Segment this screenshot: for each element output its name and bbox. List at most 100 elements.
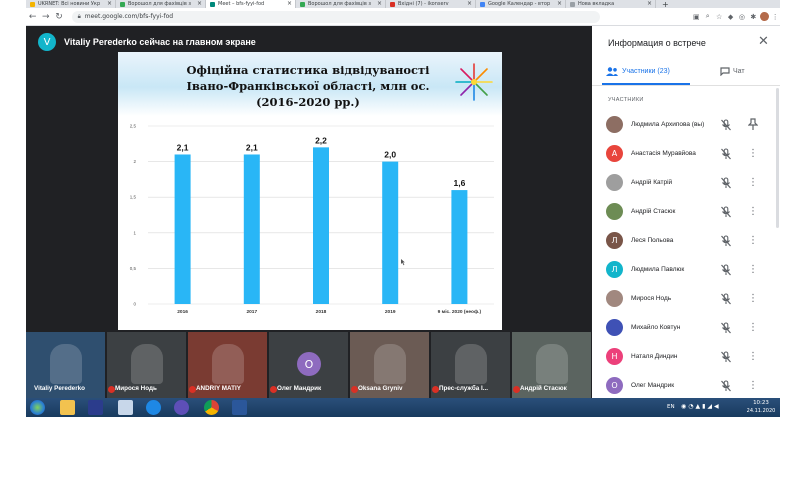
avatar: О: [297, 352, 321, 376]
url-field[interactable]: 🔒︎ meet.google.com/bfs-fyyi-fod: [71, 10, 600, 23]
browser-tab[interactable]: Ворошол для фахівців з ×: [296, 0, 386, 8]
star-icon[interactable]: ☆: [714, 13, 723, 21]
mic-off-icon: [270, 386, 277, 393]
tab-close-icon[interactable]: ×: [287, 0, 292, 8]
archive-icon[interactable]: [88, 400, 103, 415]
camera-icon[interactable]: ▣: [692, 13, 701, 21]
participant-row[interactable]: Л Леся Польова ⋮: [592, 227, 780, 256]
browser-tab[interactable]: Google Календар - втор ×: [476, 0, 566, 8]
tab-close-icon[interactable]: ×: [647, 0, 652, 8]
start-button-icon[interactable]: [30, 400, 45, 415]
participant-tiles: Vitaliy Perederko Мирося Нодь ANDRIY MATIY…: [26, 330, 592, 398]
avatar-initial: Л: [611, 236, 618, 245]
participant-row[interactable]: А Анастасія Муравйова ⋮: [592, 140, 780, 169]
word-icon[interactable]: [232, 400, 247, 415]
pin-icon[interactable]: [747, 118, 759, 132]
more-options-icon[interactable]: ⋮: [747, 205, 759, 219]
y-tick-label: 2,5: [130, 124, 137, 129]
participant-tile[interactable]: Oksana Gryniv: [350, 332, 429, 398]
data-label: 2,0: [384, 150, 396, 160]
mic-off-icon: [721, 264, 731, 276]
menu-icon[interactable]: ⋮: [771, 13, 780, 21]
app-icon[interactable]: [174, 400, 189, 415]
scrollbar[interactable]: [776, 88, 779, 228]
back-icon[interactable]: ←: [26, 12, 39, 22]
more-options-icon[interactable]: ⋮: [747, 379, 759, 393]
mic-off-icon: [432, 386, 439, 393]
reload-icon[interactable]: ↻: [52, 12, 65, 22]
tab-chat[interactable]: Чат: [720, 67, 745, 76]
browser-window: UKRNET: Всі новини Укр × Ворошол для фахів…: [26, 0, 780, 417]
profile-avatar-icon[interactable]: [760, 12, 769, 21]
avatar: [606, 319, 623, 336]
language-indicator[interactable]: EN: [667, 404, 675, 410]
x-tick-label: 2019: [385, 309, 396, 315]
browser-tab[interactable]: Meet – bfs-fyyi-fod ×: [206, 0, 296, 8]
participant-row[interactable]: Андрій Катрій ⋮: [592, 169, 780, 198]
more-options-icon[interactable]: ⋮: [747, 263, 759, 277]
browser-tab[interactable]: Ворошол для фахівців з ×: [116, 0, 206, 8]
url-text: meet.google.com/bfs-fyyi-fod: [84, 13, 174, 20]
forward-icon[interactable]: →: [39, 12, 52, 22]
more-options-icon[interactable]: ⋮: [747, 176, 759, 190]
data-label: 2,1: [246, 142, 258, 152]
participant-tile[interactable]: Прес-служба І...: [431, 332, 510, 398]
more-options-icon[interactable]: ⋮: [747, 234, 759, 248]
browser-tab[interactable]: Вхідні (7) - ikonserv ×: [386, 0, 476, 8]
tab-close-icon[interactable]: ×: [377, 0, 382, 8]
tab-favicon-icon: [30, 1, 35, 7]
more-options-icon[interactable]: ⋮: [747, 292, 759, 306]
participant-row[interactable]: Михайло Ковтун ⋮: [592, 314, 780, 343]
explorer-icon[interactable]: [60, 400, 75, 415]
edge-icon[interactable]: [146, 400, 161, 415]
extension-icon[interactable]: ◆: [726, 13, 735, 21]
tab-label: Нова вкладка: [578, 1, 615, 7]
shield-icon[interactable]: ◎: [737, 13, 746, 21]
video-feed: [536, 344, 568, 384]
participant-tile[interactable]: Vitaliy Perederko: [26, 332, 105, 398]
tab-close-icon[interactable]: ×: [107, 0, 112, 8]
bar: [382, 161, 399, 304]
participant-tile[interactable]: Андрій Стасюк: [512, 332, 591, 398]
more-options-icon[interactable]: ⋮: [747, 147, 759, 161]
participant-row[interactable]: О Олег Мандрик ⋮: [592, 372, 780, 401]
avatar: А: [606, 145, 623, 162]
clock-time[interactable]: 10:23: [746, 400, 776, 406]
address-bar-row: ← → ↻ 🔒︎ meet.google.com/bfs-fyyi-fod ▣ …: [26, 8, 780, 26]
tab-close-icon[interactable]: ×: [557, 0, 562, 8]
participant-row[interactable]: Н Наталя Диндин ⋮: [592, 343, 780, 372]
tab-participants[interactable]: Участники (23): [606, 67, 670, 76]
participant-row[interactable]: Людмила Архипова (вы): [592, 111, 780, 140]
participant-tile[interactable]: Мирося Нодь: [107, 332, 186, 398]
participant-tile[interactable]: О Олег Мандрик: [269, 332, 348, 398]
tab-close-icon[interactable]: ×: [467, 0, 472, 8]
section-label: УЧАСТНИКИ: [608, 97, 644, 103]
y-tick-label: 1,5: [130, 195, 137, 200]
close-icon[interactable]: ✕: [758, 34, 769, 49]
participant-row[interactable]: Мирося Нодь ⋮: [592, 285, 780, 314]
more-options-icon[interactable]: ⋮: [747, 321, 759, 335]
avatar-initial: Л: [611, 265, 618, 274]
clock-date[interactable]: 24.11.2020: [744, 408, 778, 414]
zoom-icon[interactable]: ⌕: [703, 12, 712, 21]
avatar: Н: [606, 348, 623, 365]
mic-off-icon: [721, 351, 731, 363]
mic-off-icon: [351, 386, 358, 393]
chat-icon: [720, 67, 730, 76]
participant-name: Людмила Павлюк: [631, 266, 685, 273]
participant-tile[interactable]: ANDRIY MATIY: [188, 332, 267, 398]
browser-tab[interactable]: Нова вкладка ×: [566, 0, 656, 8]
participant-row[interactable]: Л Людмила Павлюк ⋮: [592, 256, 780, 285]
tray-icons[interactable]: ◉◔▲▮◢◀: [681, 403, 721, 410]
participant-row[interactable]: Андрій Стасюк ⋮: [592, 198, 780, 227]
puzzle-icon[interactable]: ✱: [749, 13, 758, 21]
slide-title-line: (2016-2020 рр.): [256, 95, 360, 109]
more-options-icon[interactable]: ⋮: [747, 350, 759, 364]
document-icon[interactable]: [118, 400, 133, 415]
mic-off-icon: [721, 322, 731, 334]
chrome-icon[interactable]: [204, 400, 219, 415]
video-feed: [131, 344, 163, 384]
browser-tab[interactable]: UKRNET: Всі новини Укр ×: [26, 0, 116, 8]
tab-close-icon[interactable]: ×: [197, 0, 202, 8]
mic-off-icon: [721, 206, 731, 218]
